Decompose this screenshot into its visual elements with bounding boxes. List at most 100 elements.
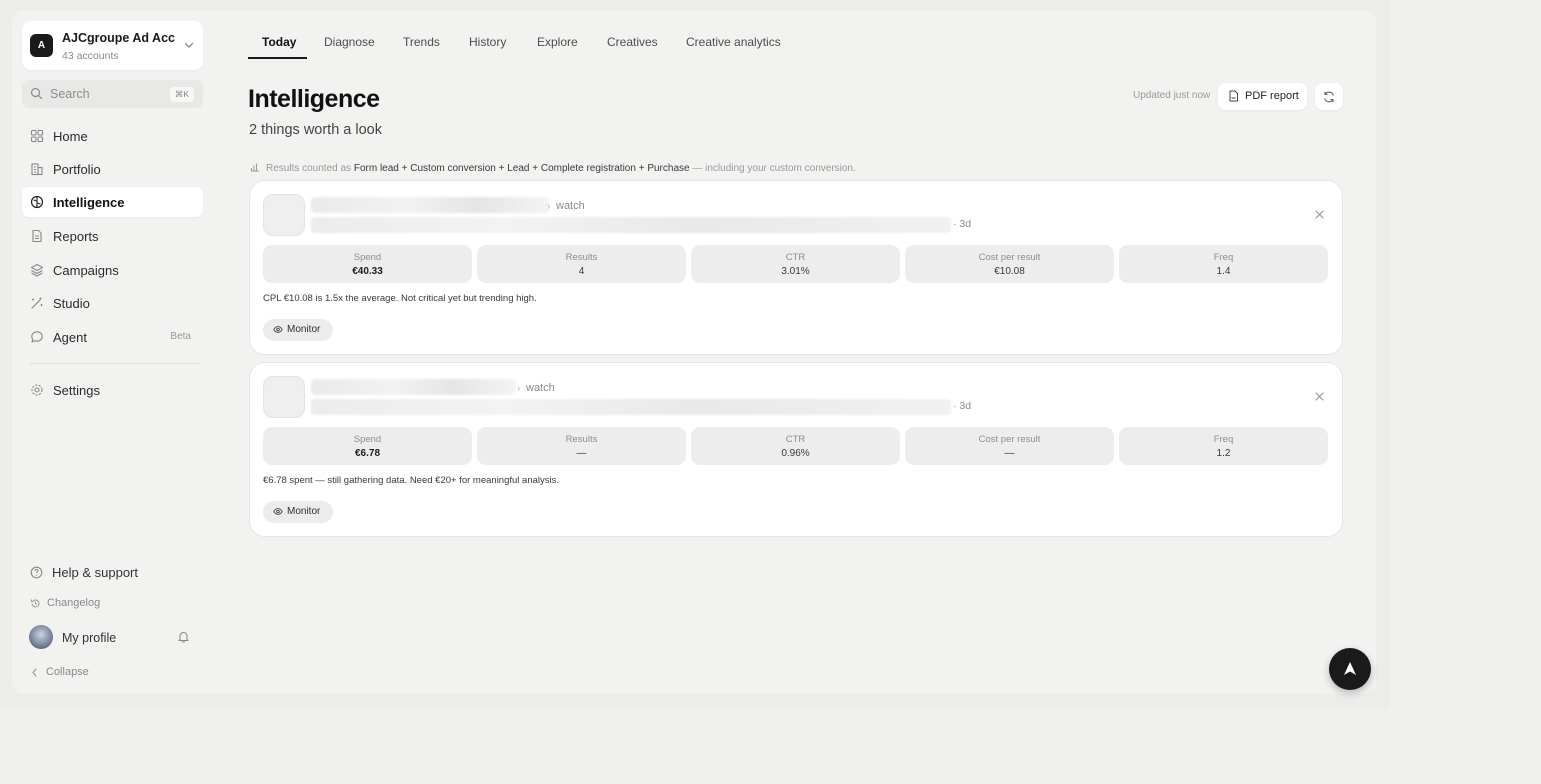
monitor-label: Monitor — [287, 324, 321, 335]
profile-label[interactable]: My profile — [62, 631, 116, 645]
monitor-button[interactable]: Monitor — [263, 319, 333, 341]
monitor-label: Monitor — [287, 506, 321, 517]
sidebar-item-campaigns[interactable]: Campaigns — [22, 255, 203, 285]
metric-value: — — [576, 448, 587, 459]
insight-description: €6.78 spent — still gathering data. Need… — [263, 475, 560, 486]
collapse-button[interactable]: Collapse — [30, 665, 120, 681]
refresh-button[interactable] — [1315, 83, 1343, 110]
account-count: 43 accounts — [62, 50, 119, 62]
ad-thumbnail — [263, 194, 305, 236]
chat-icon — [31, 331, 43, 343]
metric-frequency: Freq 1.2 — [1119, 427, 1328, 465]
tab-creative-analytics[interactable]: Creative analytics — [686, 35, 781, 49]
document-icon — [32, 229, 42, 243]
sidebar-item-label: Settings — [53, 383, 100, 398]
close-icon[interactable] — [1314, 209, 1325, 220]
changelog-link[interactable]: Changelog — [30, 596, 200, 612]
sidebar-item-settings[interactable]: Settings — [22, 375, 203, 405]
logo-arrow-icon — [1344, 662, 1356, 675]
metric-cost-per-result: Cost per result €10.08 — [905, 245, 1114, 283]
page-subtitle: 2 things worth a look — [249, 122, 382, 138]
status-badge: watch — [526, 382, 555, 394]
note-conversions: Form lead + Custom conversion + Lead + C… — [353, 163, 690, 174]
metric-value: €40.33 — [352, 266, 383, 277]
insight-card: › watch · 3d Spend €6.78 Results — CTR 0… — [249, 362, 1343, 537]
active-tab-indicator — [248, 57, 307, 59]
note-prefix: Results counted as — [266, 163, 352, 174]
tab-history[interactable]: History — [469, 35, 506, 49]
wand-icon — [31, 297, 43, 309]
chevron-left-icon — [32, 668, 37, 677]
metric-label: CTR — [785, 252, 806, 263]
metric-spend: Spend €40.33 — [263, 245, 472, 283]
changelog-label: Changelog — [47, 597, 101, 609]
gear-icon — [31, 384, 43, 396]
collapse-label: Collapse — [46, 666, 89, 678]
redacted-ad-details — [311, 399, 951, 415]
search-icon — [30, 87, 43, 100]
help-label: Help & support — [52, 565, 138, 580]
search-input[interactable]: Search ⌘K — [22, 80, 203, 108]
account-name: AJCgroupe Ad Acc — [62, 31, 175, 45]
pdf-icon — [1229, 90, 1238, 102]
eye-icon — [273, 326, 283, 333]
metric-label: Freq — [1213, 252, 1234, 263]
sidebar-item-portfolio[interactable]: Portfolio — [22, 154, 203, 184]
metric-label: Freq — [1213, 434, 1234, 445]
assistant-fab-button[interactable] — [1329, 648, 1371, 690]
sidebar-item-label: Portfolio — [53, 162, 101, 177]
sidebar-item-reports[interactable]: Reports — [22, 221, 203, 251]
metric-frequency: Freq 1.4 — [1119, 245, 1328, 283]
sidebar-item-intelligence[interactable]: Intelligence — [22, 187, 203, 217]
account-switcher[interactable]: A AJCgroupe Ad Acc 43 accounts — [22, 21, 203, 70]
tab-trends[interactable]: Trends — [403, 35, 440, 49]
sidebar-item-label: Studio — [53, 296, 90, 311]
account-avatar: A — [30, 34, 53, 57]
sidebar-divider — [30, 363, 201, 364]
breadcrumb-separator: › — [547, 201, 551, 212]
monitor-button[interactable]: Monitor — [263, 501, 333, 523]
search-placeholder: Search — [50, 87, 90, 101]
metric-label: Cost per result — [978, 434, 1041, 445]
avatar[interactable] — [29, 625, 53, 649]
page-title: Intelligence — [248, 85, 380, 113]
age-label: · 3d — [953, 218, 972, 230]
note-suffix: — including your custom conversion. — [692, 163, 856, 174]
tab-creatives[interactable]: Creatives — [607, 35, 658, 49]
breadcrumb-separator: › — [517, 383, 521, 394]
metric-ctr: CTR 0.96% — [691, 427, 900, 465]
insight-description: CPL €10.08 is 1.5x the average. Not crit… — [263, 293, 537, 304]
metric-cost-per-result: Cost per result — — [905, 427, 1114, 465]
redacted-ad-details — [311, 217, 951, 233]
close-icon[interactable] — [1314, 391, 1325, 402]
grid-icon — [30, 129, 44, 143]
metric-value: 3.01% — [781, 266, 810, 277]
ad-thumbnail — [263, 376, 305, 418]
bell-icon[interactable] — [177, 630, 190, 643]
tab-explore[interactable]: Explore — [537, 35, 578, 49]
sidebar-item-studio[interactable]: Studio — [22, 288, 203, 318]
history-icon — [31, 599, 40, 608]
sidebar-item-label: Intelligence — [53, 195, 125, 210]
age-label: · 3d — [953, 400, 972, 412]
tab-diagnose[interactable]: Diagnose — [324, 35, 375, 49]
metric-results: Results 4 — [477, 245, 686, 283]
pdf-report-button[interactable]: PDF report — [1218, 83, 1307, 110]
metric-spend: Spend €6.78 — [263, 427, 472, 465]
sidebar-item-label: Agent — [53, 330, 87, 345]
tab-today[interactable]: Today — [262, 35, 296, 49]
metric-label: Cost per result — [978, 252, 1041, 263]
metric-label: CTR — [785, 434, 806, 445]
updated-status: Updated just now — [1133, 90, 1211, 101]
metric-label: Results — [565, 252, 598, 263]
sidebar-item-home[interactable]: Home — [22, 121, 203, 151]
layers-icon — [30, 263, 44, 277]
metric-label: Spend — [353, 252, 382, 263]
help-support-link[interactable]: Help & support — [30, 564, 200, 582]
beta-badge: Beta — [170, 331, 191, 342]
refresh-icon — [1323, 91, 1335, 103]
metric-value: 0.96% — [781, 448, 810, 459]
sidebar-item-label: Reports — [53, 229, 99, 244]
sidebar-item-agent[interactable]: Agent Beta — [22, 322, 203, 352]
metric-label: Spend — [353, 434, 382, 445]
